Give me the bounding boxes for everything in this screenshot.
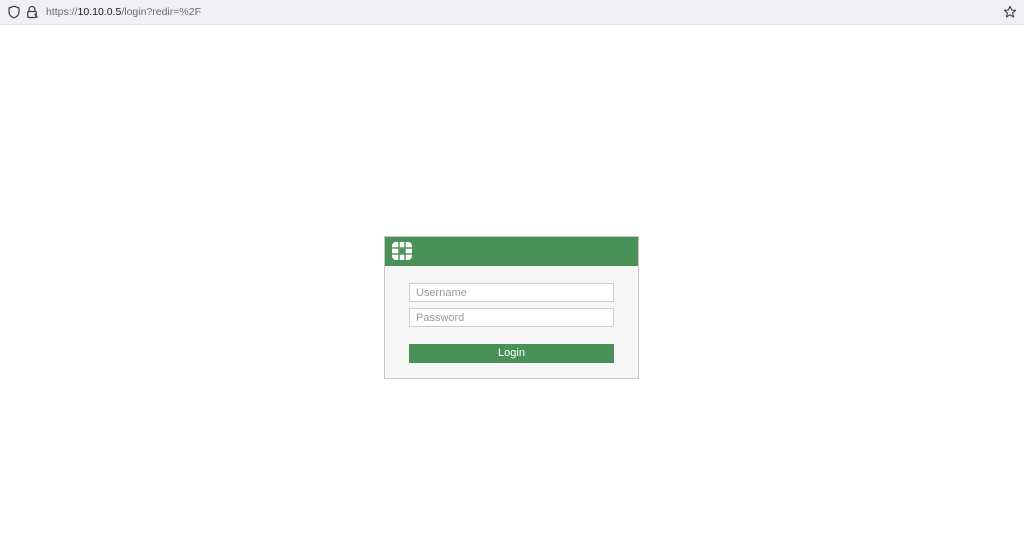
url-host: 10.10.0.5 [77, 6, 122, 18]
bookmark-star-icon[interactable] [1003, 5, 1017, 19]
password-input[interactable] [409, 308, 614, 327]
lock-icon[interactable] [25, 5, 39, 19]
login-panel: Login [384, 236, 639, 379]
fortinet-logo-icon [392, 242, 412, 260]
login-button[interactable]: Login [409, 344, 614, 363]
url-prefix: https:// [46, 6, 78, 18]
address-url[interactable]: https://10.10.0.5/login?redir=%2F [46, 5, 201, 19]
shield-icon[interactable] [7, 5, 21, 19]
browser-address-bar: https://10.10.0.5/login?redir=%2F [0, 0, 1024, 25]
login-header [385, 237, 638, 266]
username-input[interactable] [409, 283, 614, 302]
url-path: /login?redir=%2F [121, 6, 201, 18]
